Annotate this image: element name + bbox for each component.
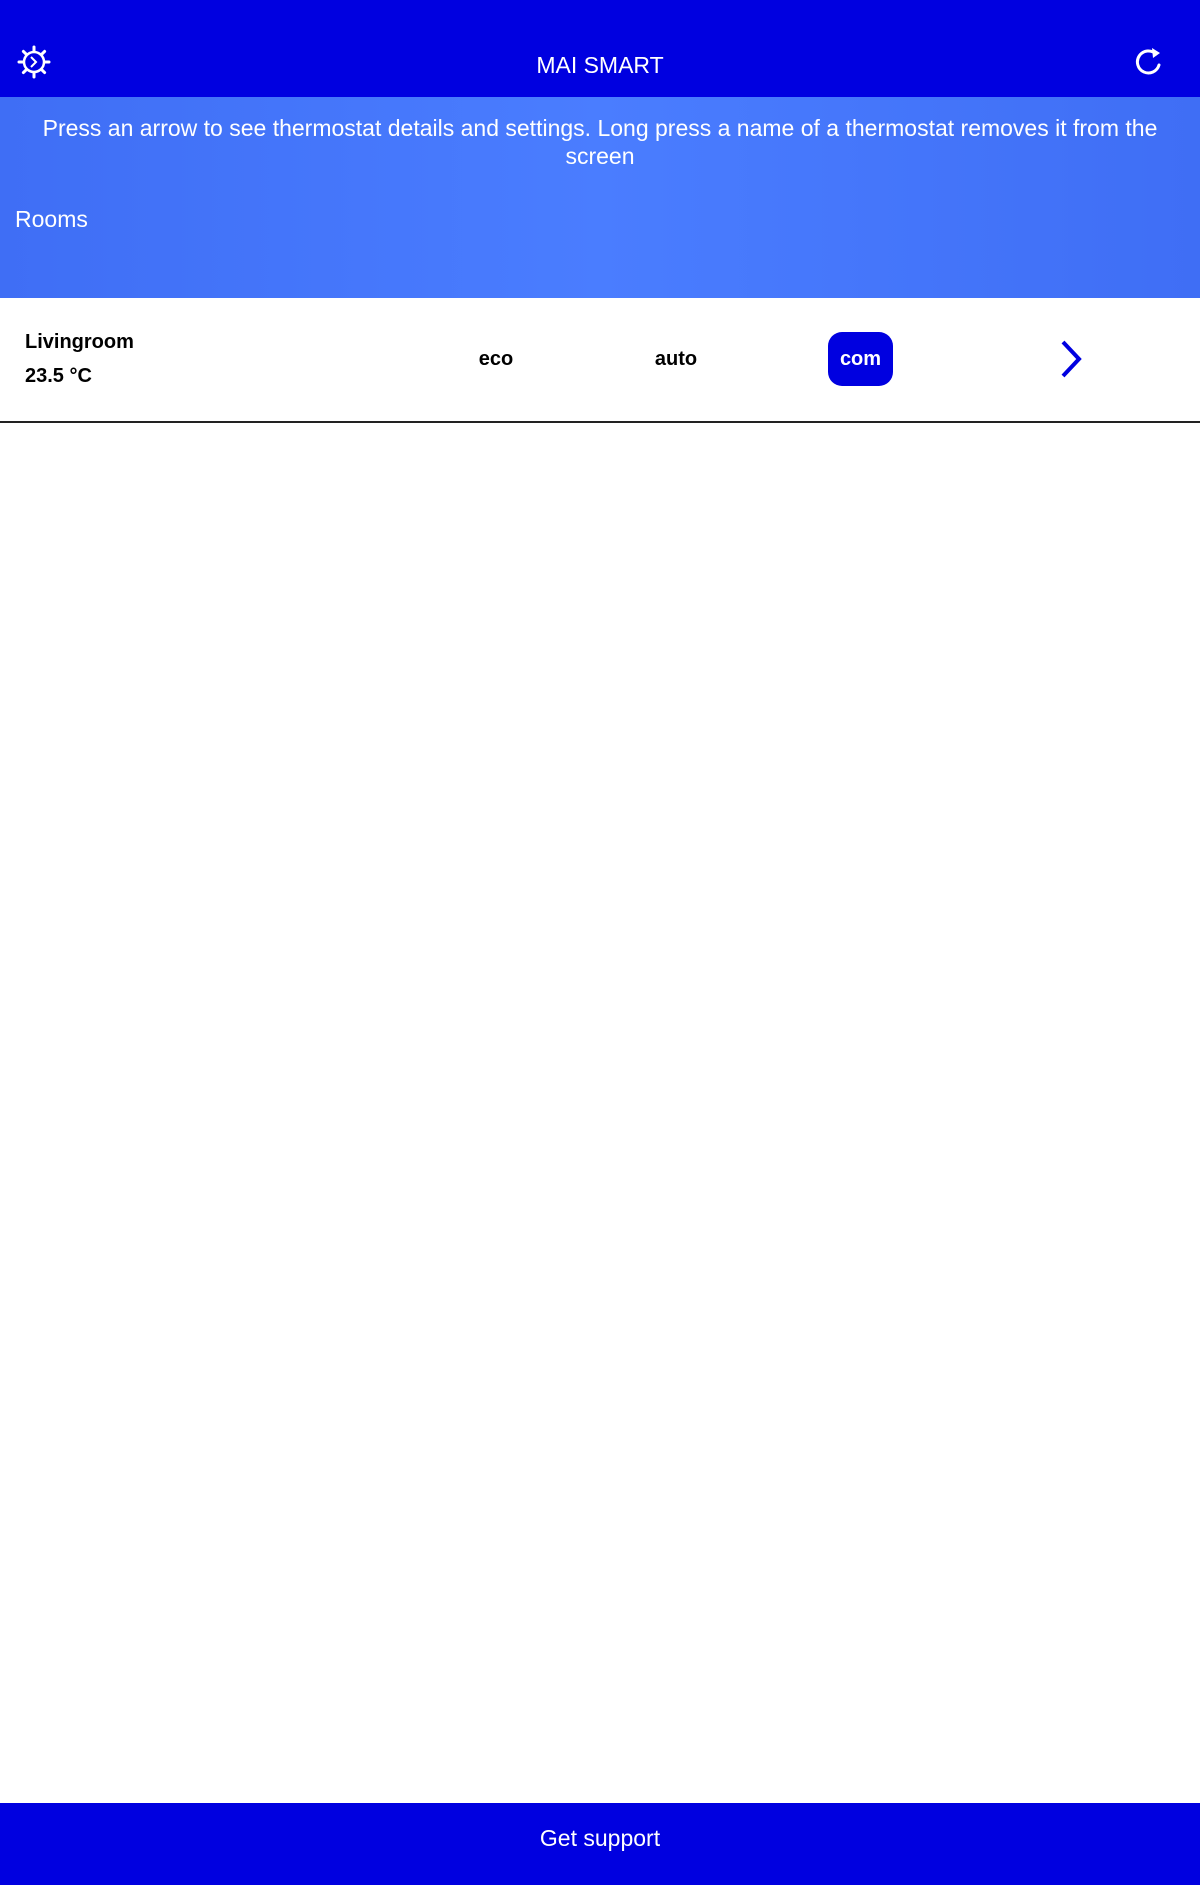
thermostat-row: Livingroom 23.5 °C eco auto com (0, 298, 1200, 423)
mode-com-button[interactable]: com (828, 332, 893, 386)
details-button[interactable] (1055, 338, 1089, 380)
refresh-icon (1132, 45, 1166, 84)
mode-eco-button[interactable]: eco (466, 332, 526, 386)
get-support-button[interactable]: Get support (0, 1803, 1200, 1885)
room-name[interactable]: Livingroom (25, 331, 134, 354)
instructions-text: Press an arrow to see thermostat details… (42, 115, 1158, 169)
info-banner: Press an arrow to see thermostat details… (0, 97, 1200, 298)
chevron-right-icon (1055, 340, 1089, 384)
app-root: MAI SMART Press an arrow to see thermost… (0, 0, 1200, 1885)
room-temperature: 23.5 °C (25, 365, 92, 387)
mode-auto-button[interactable]: auto (646, 332, 706, 386)
rooms-heading: Rooms (15, 206, 88, 232)
app-title: MAI SMART (536, 52, 664, 78)
refresh-button[interactable] (1132, 47, 1166, 81)
app-header: MAI SMART (0, 0, 1200, 97)
